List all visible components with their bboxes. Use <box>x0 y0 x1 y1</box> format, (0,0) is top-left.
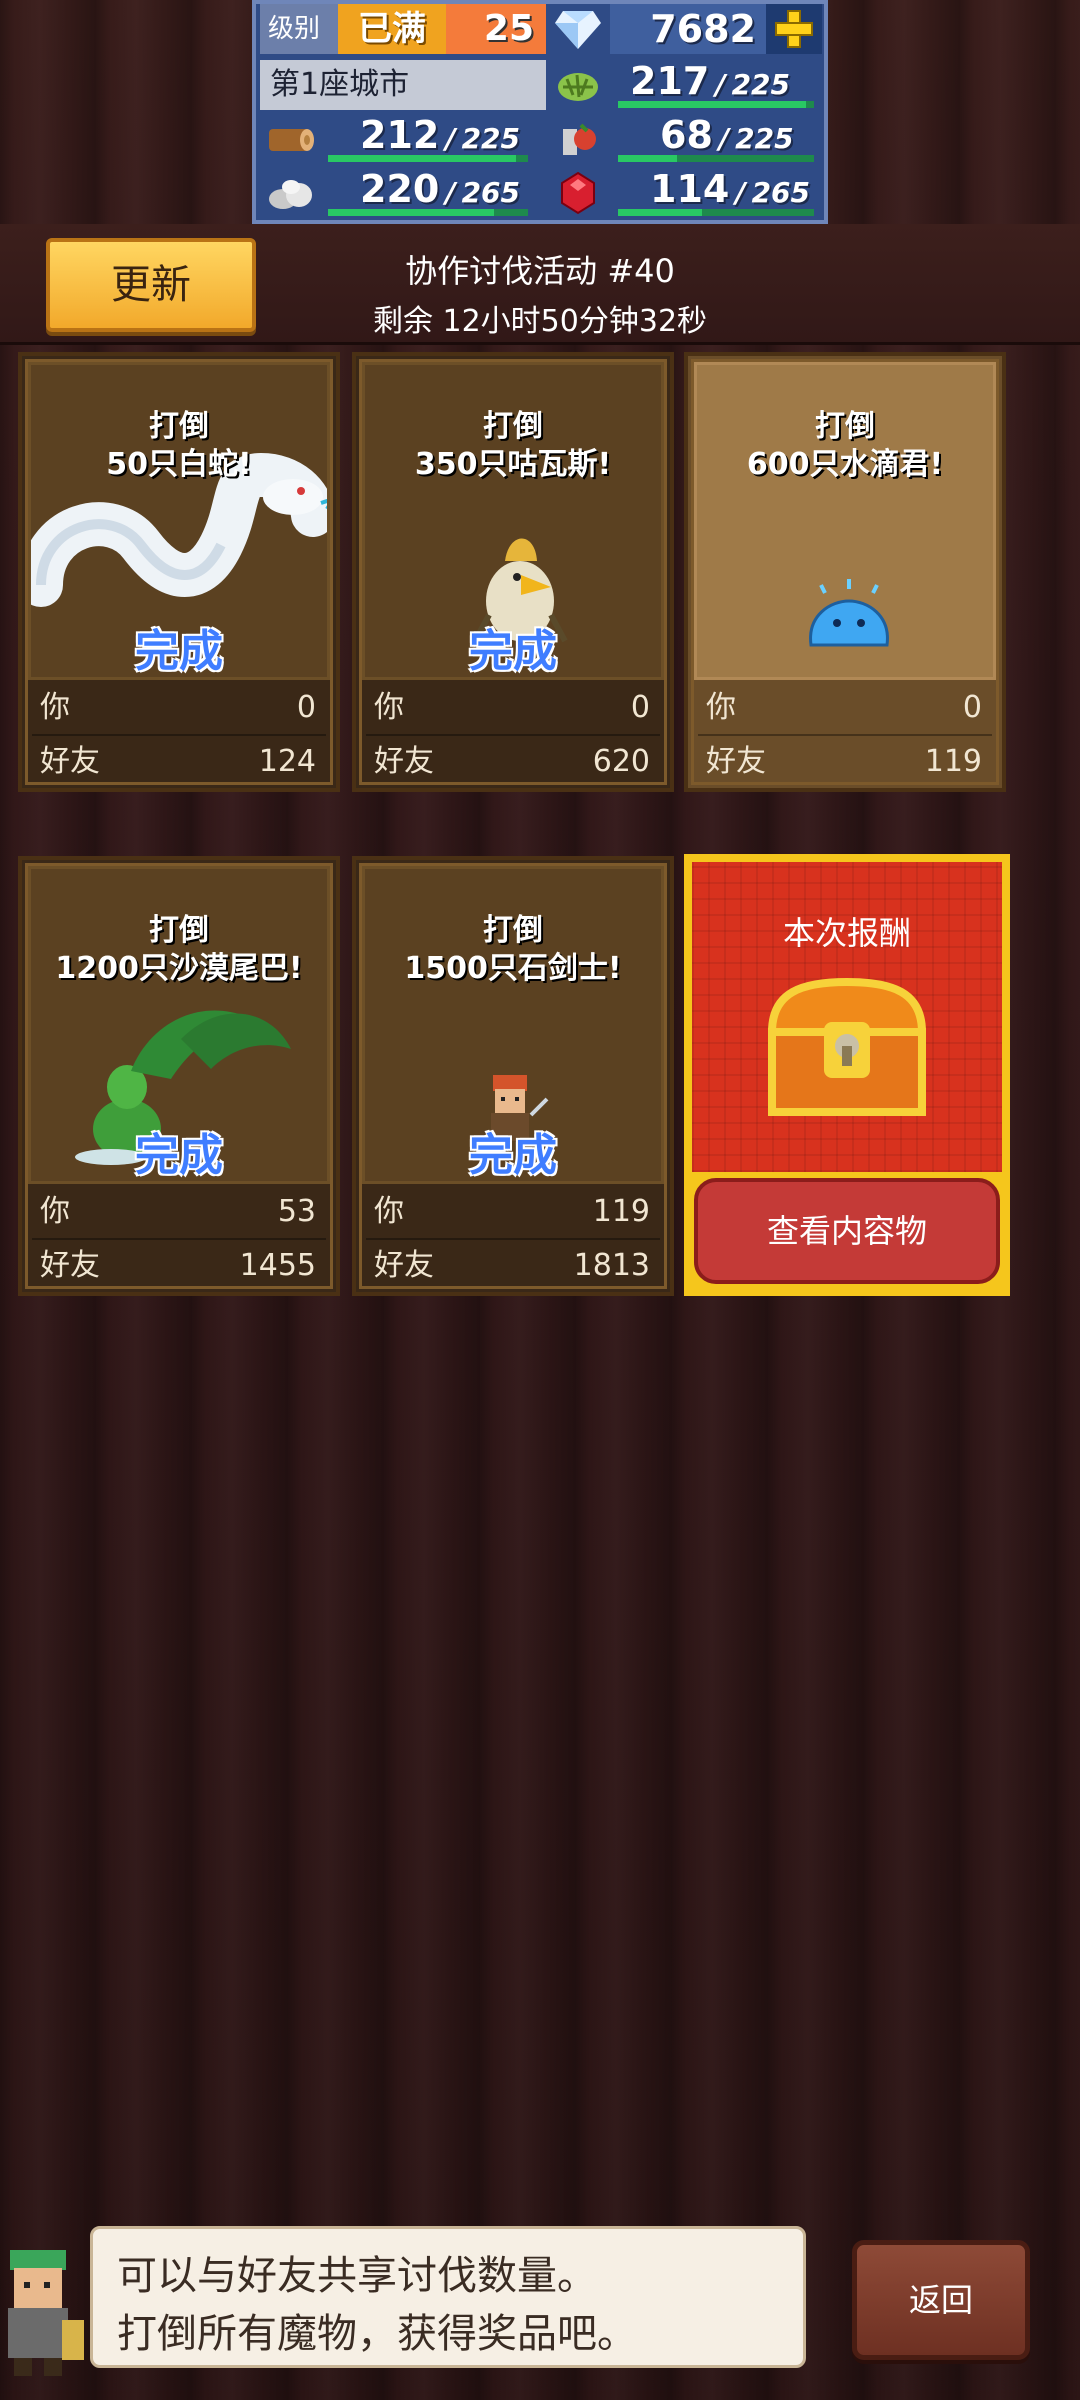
event-timer: 剩余 12小时50分钟32秒 <box>372 304 708 339</box>
mission-goal-line2: 50只白蛇! <box>106 447 252 482</box>
mission-card-stone-swordsman[interactable]: 打倒 1500只石剑士! 完成 你 119 好友 1813 <box>352 856 674 1296</box>
back-button[interactable]: 返回 <box>852 2240 1030 2360</box>
food-resource: 68/225 <box>610 114 822 164</box>
level-value: 25 <box>446 4 546 54</box>
friend-label: 好友 <box>40 744 100 779</box>
you-label: 你 <box>374 1194 404 1229</box>
mission-goal-line2: 600只水滴君! <box>746 447 944 482</box>
you-count: 0 <box>296 690 316 725</box>
mission-complete-label: 完成 <box>135 626 223 677</box>
gem-count: 7682 <box>610 4 766 54</box>
update-button[interactable]: 更新 <box>46 238 256 332</box>
friend-label: 好友 <box>706 744 766 779</box>
add-gems-button[interactable] <box>766 4 822 54</box>
resource-status-panel: 级别 已满 25 7682 第1座城市 217/225 212/225 68 /… <box>252 0 828 224</box>
friend-label: 好友 <box>374 1248 434 1283</box>
mission-art: 打倒 50只白蛇! 完成 <box>28 362 330 680</box>
mission-art: 打倒 1200只沙漠尾巴! 完成 <box>28 866 330 1184</box>
you-count: 53 <box>277 1194 316 1229</box>
friend-label: 好友 <box>40 1248 100 1283</box>
you-label: 你 <box>374 690 404 725</box>
mission-art: 打倒 600只水滴君! <box>694 362 996 680</box>
friend-count: 1455 <box>239 1248 316 1283</box>
stone-resource: 220/265 <box>320 168 546 218</box>
wood-progress-bar <box>328 155 528 162</box>
mission-stats: 你 0 好友 124 <box>32 682 326 786</box>
ruby-icon <box>548 168 608 218</box>
friend-label: 好友 <box>374 744 434 779</box>
mission-goal-line2: 1500只石剑士! <box>404 951 622 986</box>
grass-icon <box>548 60 608 110</box>
grass-resource: 217/225 <box>610 60 822 110</box>
mission-goal-line2: 1200只沙漠尾巴! <box>55 951 303 986</box>
ruby-progress-bar <box>618 209 814 216</box>
mission-card-water-drop[interactable]: 打倒 600只水滴君! 你 0 好友 119 <box>684 352 1006 792</box>
guide-character-avatar <box>8 2250 84 2376</box>
you-label: 你 <box>40 690 70 725</box>
mission-complete-label: 完成 <box>135 1130 223 1181</box>
mission-art: 打倒 1500只石剑士! 完成 <box>362 866 664 1184</box>
hint-line1: 可以与好友共享讨伐数量。 <box>117 2253 597 2299</box>
event-title: 协作讨伐活动 #40 <box>405 252 675 290</box>
you-count: 0 <box>962 690 982 725</box>
stone-icon <box>260 168 320 218</box>
wood-log-icon <box>260 114 320 164</box>
mission-card-guwas[interactable]: 打倒 350只咕瓦斯! 完成 你 0 好友 620 <box>352 352 674 792</box>
mission-stats: 你 119 好友 1813 <box>366 1186 660 1290</box>
mission-stats: 你 0 好友 119 <box>698 682 992 786</box>
mission-art: 打倒 350只咕瓦斯! 完成 <box>362 362 664 680</box>
you-label: 你 <box>40 1194 70 1229</box>
view-contents-button[interactable]: 查看内容物 <box>694 1178 1000 1284</box>
water-drop-slime-icon <box>809 579 889 647</box>
food-progress-bar <box>618 155 814 162</box>
event-header: 更新 协作讨伐活动 #40 剩余 12小时50分钟32秒 <box>0 224 1080 345</box>
mission-stats: 你 0 好友 620 <box>366 682 660 786</box>
food-icon <box>548 114 608 164</box>
treasure-chest-icon <box>767 977 927 1116</box>
friend-count: 1813 <box>573 1248 650 1283</box>
reward-title: 本次报酬 <box>782 914 911 952</box>
level-label: 级别 <box>260 4 338 54</box>
mission-card-desert-tail[interactable]: 打倒 1200只沙漠尾巴! 完成 你 53 好友 1455 <box>18 856 340 1296</box>
friend-count: 124 <box>258 744 316 779</box>
stone-progress-bar <box>328 209 528 216</box>
mission-complete-label: 完成 <box>469 626 557 677</box>
you-count: 0 <box>630 690 650 725</box>
reward-card: 本次报酬 查看内容物 <box>684 854 1010 1296</box>
friend-count: 119 <box>924 744 982 779</box>
mission-stats: 你 53 好友 1455 <box>32 1186 326 1290</box>
plus-icon <box>775 10 813 48</box>
hint-dialog: 可以与好友共享讨伐数量。 打倒所有魔物，获得奖品吧。 <box>90 2226 806 2368</box>
reward-panel: 本次报酬 <box>692 862 1002 1172</box>
level-max-badge: 已满 <box>338 4 446 54</box>
diamond-icon <box>548 4 608 54</box>
grass-progress-bar <box>618 101 814 108</box>
wood-resource: 212/225 <box>320 114 546 164</box>
mission-goal-line2: 350只咕瓦斯! <box>414 447 612 482</box>
ruby-resource: 114/265 <box>610 168 822 218</box>
you-count: 119 <box>592 1194 650 1229</box>
hint-line2: 打倒所有魔物，获得奖品吧。 <box>117 2311 637 2357</box>
you-label: 你 <box>706 690 736 725</box>
city-name: 第1座城市 <box>260 60 546 110</box>
mission-card-white-snake[interactable]: 打倒 50只白蛇! 完成 你 0 好友 124 <box>18 352 340 792</box>
mission-complete-label: 完成 <box>469 1130 557 1181</box>
friend-count: 620 <box>592 744 650 779</box>
